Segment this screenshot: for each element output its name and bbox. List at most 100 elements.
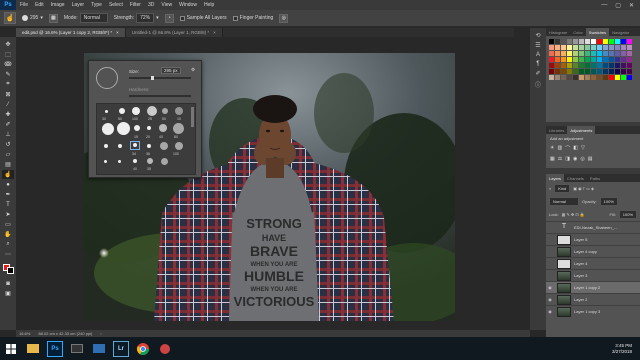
color-swatch[interactable] (627, 69, 632, 74)
photoshop-taskbar-icon[interactable]: Ps (47, 340, 63, 357)
chevron-down-icon[interactable]: ▾ (156, 15, 159, 21)
brush-panel-icon[interactable]: ✐ (535, 70, 540, 77)
color-swatch[interactable] (549, 69, 554, 74)
brush-preset[interactable] (147, 158, 153, 164)
color-swatch[interactable] (561, 39, 566, 44)
color-swatch[interactable] (627, 45, 632, 50)
color-swatch[interactable] (591, 63, 596, 68)
color-swatch[interactable] (615, 39, 620, 44)
menu-window[interactable]: Window (179, 2, 197, 8)
path-select-tool-icon[interactable]: ➤ (2, 210, 14, 219)
zoom-tool-icon[interactable]: ⌕ (2, 240, 14, 249)
pressure-size-icon[interactable]: ◎ (279, 13, 289, 23)
color-swatch[interactable] (561, 51, 566, 56)
color-swatch[interactable] (609, 69, 614, 74)
sample-all-layers-option[interactable]: Sample All Layers (179, 15, 227, 21)
vibrance-icon[interactable]: ▽ (581, 145, 585, 152)
color-swatch[interactable] (603, 51, 608, 56)
color-swatch[interactable] (561, 45, 566, 50)
brightness-contrast-icon[interactable]: ☀ (550, 145, 554, 152)
layer-row[interactable]: Layer 4 (546, 257, 640, 269)
color-swatch[interactable] (615, 57, 620, 62)
brush-preset[interactable] (104, 144, 108, 148)
brush-settings-icon[interactable]: ▦ (48, 13, 58, 23)
menu-layer[interactable]: Layer (72, 2, 85, 8)
chevron-right-icon[interactable]: › (100, 331, 101, 336)
color-swatch[interactable] (573, 51, 578, 56)
visibility-eye-icon[interactable]: ◉ (546, 309, 554, 314)
brush-preset[interactable] (133, 143, 137, 147)
color-swatch[interactable] (579, 63, 584, 68)
media-player-icon[interactable] (157, 341, 173, 357)
brush-preset[interactable] (162, 108, 168, 114)
menu-select[interactable]: Select (109, 2, 123, 8)
color-swatch[interactable] (567, 45, 572, 50)
eraser-tool-icon[interactable]: ▱ (2, 150, 14, 159)
color-swatch[interactable] (579, 69, 584, 74)
color-swatch[interactable] (561, 69, 566, 74)
brush-preset[interactable] (161, 158, 168, 165)
color-swatch[interactable] (603, 69, 608, 74)
brush-preset[interactable] (159, 124, 167, 132)
color-swatch[interactable] (579, 39, 584, 44)
color-swatch[interactable] (585, 63, 590, 68)
color-swatch[interactable] (555, 45, 560, 50)
maximize-button[interactable]: ▢ (615, 2, 621, 9)
color-swatch[interactable] (585, 39, 590, 44)
info-icon[interactable]: ⓘ (535, 80, 541, 89)
history-icon[interactable]: ⟲ (535, 32, 540, 39)
pressure-angle-icon[interactable]: ◔ (164, 13, 174, 23)
color-swatch[interactable] (603, 45, 608, 50)
lightroom-taskbar-icon[interactable]: Lr (113, 340, 129, 357)
layer-row[interactable]: Layer 5 (546, 233, 640, 245)
color-swatch[interactable] (555, 69, 560, 74)
color-swatch[interactable] (549, 57, 554, 62)
blend-mode-select[interactable]: Normal (549, 197, 579, 206)
color-swatch[interactable] (627, 57, 632, 62)
tab-color[interactable]: Color (570, 28, 586, 36)
color-swatch[interactable] (621, 63, 626, 68)
layer-row[interactable]: ◉ Layer 1 copy 2 (546, 281, 640, 293)
color-swatch[interactable] (603, 63, 608, 68)
brush-preset[interactable] (160, 142, 168, 150)
layer-row[interactable]: ◉ Layer 2 (546, 293, 640, 305)
color-swatch[interactable] (549, 45, 554, 50)
color-swatch[interactable] (591, 57, 596, 62)
color-swatch[interactable] (627, 51, 632, 56)
color-swatch[interactable] (603, 75, 608, 80)
scrollbar[interactable] (191, 107, 194, 127)
color-swatch[interactable] (615, 75, 620, 80)
character-icon[interactable]: A (536, 52, 540, 58)
brush-preset[interactable] (147, 144, 151, 148)
color-swatch[interactable] (579, 45, 584, 50)
color-swatch[interactable] (609, 39, 614, 44)
more-tools-icon[interactable]: ⋯ (2, 250, 14, 259)
tab-layers[interactable]: Layers (546, 174, 565, 182)
color-swatch[interactable] (603, 57, 608, 62)
color-swatch[interactable] (573, 57, 578, 62)
menu-file[interactable]: File (20, 2, 28, 8)
color-swatches[interactable] (2, 264, 14, 274)
color-swatch[interactable] (555, 39, 560, 44)
hardness-slider[interactable] (129, 95, 191, 97)
color-swatch[interactable] (567, 63, 572, 68)
color-swatch[interactable] (555, 57, 560, 62)
opacity-input[interactable]: 100% (599, 197, 618, 206)
color-swatch[interactable] (609, 51, 614, 56)
healing-tool-icon[interactable]: ✚ (2, 110, 14, 119)
hand-tool-icon[interactable]: ✋ (2, 230, 14, 239)
channel-mixer-icon[interactable]: ◎ (580, 156, 584, 162)
brush-preset[interactable] (175, 107, 183, 115)
brush-preset[interactable] (133, 159, 137, 163)
move-tool-icon[interactable]: ✥ (2, 40, 14, 49)
color-swatch[interactable] (585, 69, 590, 74)
lock-icons[interactable]: ▦ ✎ ✥ ⊡ 🔒 (562, 212, 585, 217)
menu-help[interactable]: Help (204, 2, 214, 8)
color-swatch[interactable] (615, 63, 620, 68)
color-swatch[interactable] (555, 63, 560, 68)
color-swatch[interactable] (579, 57, 584, 62)
levels-icon[interactable]: ▥ (557, 145, 562, 152)
image-viewer-icon[interactable] (91, 341, 107, 357)
color-swatch[interactable] (585, 51, 590, 56)
color-swatch[interactable] (621, 51, 626, 56)
